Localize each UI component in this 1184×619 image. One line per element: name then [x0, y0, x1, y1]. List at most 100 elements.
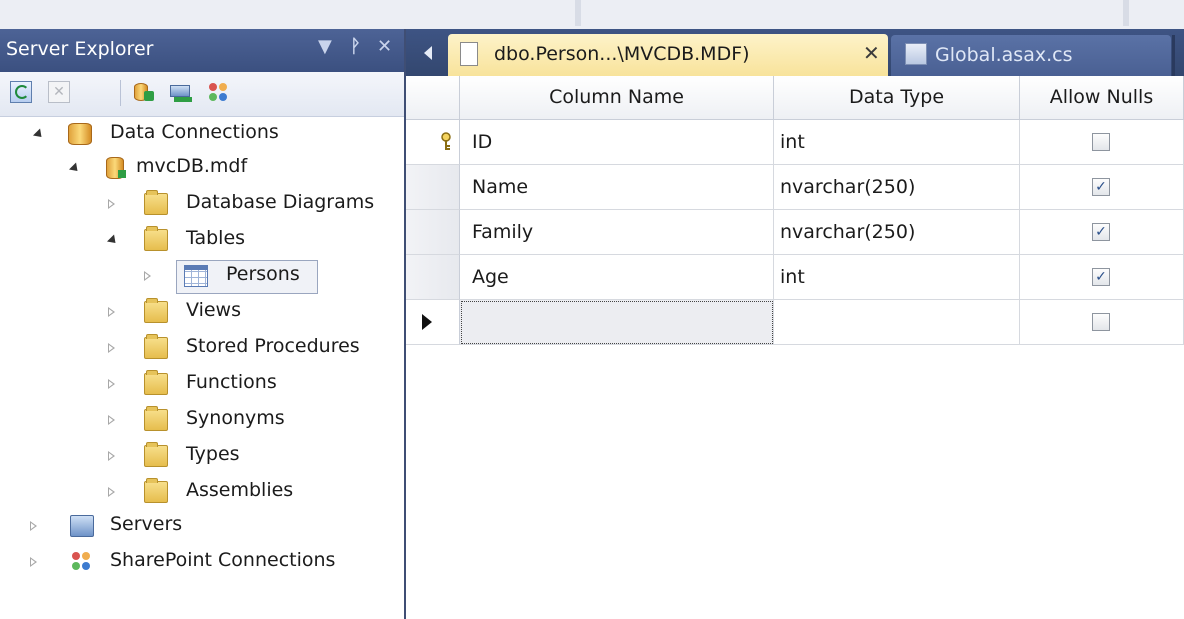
tree-node-mvcdb[interactable]: mvcDB.mdf: [68, 152, 370, 186]
tree-node-label: Database Diagrams: [186, 191, 375, 213]
tree-node-synonyms[interactable]: Synonyms: [108, 404, 328, 438]
tab-table-designer[interactable]: dbo.Person...\MVCDB.MDF) ✕: [448, 34, 888, 76]
toolbar-separator: [120, 80, 121, 106]
document-icon: [460, 42, 478, 66]
server-explorer-panel: Server Explorer ▼ ᚹ ✕ ✕ Data Connections…: [0, 29, 406, 619]
folder-icon: [144, 226, 168, 251]
close-icon[interactable]: ✕: [377, 36, 392, 57]
cell-data-type-new[interactable]: [774, 300, 1020, 345]
allow-nulls-checkbox[interactable]: [1092, 313, 1110, 331]
column-header-name: Column Name: [460, 76, 774, 120]
close-tab-icon[interactable]: ✕: [863, 41, 880, 65]
folder-icon: [144, 190, 168, 215]
row-selector[interactable]: [406, 165, 460, 210]
expand-arrow-icon[interactable]: [108, 379, 115, 389]
tree-node-label: Functions: [186, 371, 277, 393]
allow-nulls-checkbox[interactable]: ✓: [1092, 178, 1110, 196]
tree-node-views[interactable]: Views: [108, 296, 308, 330]
tab-global-asax-cs[interactable]: Global.asax.cs: [891, 35, 1171, 76]
tree-node-sharepoint-connections[interactable]: SharePoint Connections: [30, 546, 390, 580]
row-selector[interactable]: [406, 300, 460, 345]
top-strip-divider: [1123, 0, 1129, 26]
collapse-arrow-icon[interactable]: [68, 162, 82, 175]
folder-icon: [144, 406, 168, 431]
tree-node-label: SharePoint Connections: [110, 549, 336, 571]
cell-data-type[interactable]: nvarchar(250): [774, 165, 1020, 210]
scroll-tabs-left-icon[interactable]: [424, 46, 432, 60]
sharepoint-icon: [70, 551, 94, 573]
tree-node-label: Types: [186, 443, 240, 465]
cell-allow-nulls: [1020, 300, 1184, 345]
cell-column-name[interactable]: Family: [460, 210, 774, 255]
collapse-arrow-icon[interactable]: [106, 234, 120, 247]
tree-node-stored-procedures[interactable]: Stored Procedures: [108, 332, 398, 366]
tree-node-label: Synonyms: [186, 407, 285, 429]
cell-data-type[interactable]: nvarchar(250): [774, 210, 1020, 255]
table-designer-editor: dbo.Person...\MVCDB.MDF) ✕ Global.asax.c…: [406, 29, 1184, 619]
expand-arrow-icon[interactable]: [30, 521, 37, 531]
window-position-dropdown-icon[interactable]: ▼: [318, 36, 332, 57]
tab-label: Global.asax.cs: [935, 44, 1073, 66]
tab-strip-edge: [1172, 35, 1175, 76]
table-icon: [184, 265, 208, 287]
tree-node-assemblies[interactable]: Assemblies: [108, 476, 328, 510]
tree-node-label: Data Connections: [110, 121, 279, 143]
connect-to-server-icon[interactable]: [170, 81, 192, 103]
cell-data-type[interactable]: int: [774, 255, 1020, 300]
tree-node-label: Views: [186, 299, 241, 321]
folder-icon: [144, 334, 168, 359]
tree-node-servers[interactable]: Servers: [30, 510, 250, 544]
expand-arrow-icon[interactable]: [108, 415, 115, 425]
allow-nulls-checkbox[interactable]: [1092, 133, 1110, 151]
cell-column-name[interactable]: Age: [460, 255, 774, 300]
expand-arrow-icon[interactable]: [144, 271, 151, 281]
tree-node-data-connections[interactable]: Data Connections: [32, 118, 394, 152]
auto-hide-pin-icon[interactable]: ᚹ: [350, 36, 361, 57]
connect-to-sharepoint-icon[interactable]: [208, 81, 230, 103]
primary-key-icon: [441, 132, 451, 150]
cell-allow-nulls: ✓: [1020, 255, 1184, 300]
expand-arrow-icon[interactable]: [108, 199, 115, 209]
cell-column-name[interactable]: ID: [460, 120, 774, 165]
column-header-allow-nulls: Allow Nulls: [1020, 76, 1184, 120]
server-explorer-title-bar: Server Explorer ▼ ᚹ ✕: [0, 29, 404, 72]
allow-nulls-checkbox[interactable]: ✓: [1092, 268, 1110, 286]
expand-arrow-icon[interactable]: [108, 307, 115, 317]
expand-arrow-icon[interactable]: [30, 557, 37, 567]
tree-node-tables[interactable]: Tables: [106, 224, 308, 258]
connect-to-database-icon[interactable]: [132, 81, 154, 103]
collapse-arrow-icon[interactable]: [32, 128, 46, 141]
server-explorer-title: Server Explorer: [6, 38, 154, 60]
cs-file-icon: [905, 43, 927, 65]
refresh-icon[interactable]: [10, 81, 32, 103]
current-row-arrow-icon: [422, 314, 432, 330]
document-tab-strip: dbo.Person...\MVCDB.MDF) ✕ Global.asax.c…: [406, 29, 1184, 76]
tree-node-label: Servers: [110, 513, 183, 535]
stop-icon[interactable]: ✕: [48, 81, 70, 103]
row-selector[interactable]: [406, 120, 460, 165]
row-selector[interactable]: [406, 255, 460, 300]
cell-allow-nulls: ✓: [1020, 210, 1184, 255]
row-selector[interactable]: [406, 210, 460, 255]
tree-node-persons[interactable]: Persons: [144, 260, 344, 294]
top-strip-divider: [575, 0, 581, 26]
tree-node-label: mvcDB.mdf: [136, 155, 248, 177]
cell-column-name-new[interactable]: [460, 300, 774, 345]
tree-node-functions[interactable]: Functions: [108, 368, 328, 402]
cell-data-type[interactable]: int: [774, 120, 1020, 165]
allow-nulls-checkbox[interactable]: ✓: [1092, 223, 1110, 241]
expand-arrow-icon[interactable]: [108, 487, 115, 497]
folder-icon: [144, 370, 168, 395]
tree-node-database-diagrams[interactable]: Database Diagrams: [108, 188, 398, 222]
server-explorer-toolbar: ✕: [0, 72, 404, 117]
servers-icon: [70, 515, 94, 537]
cell-allow-nulls: [1020, 120, 1184, 165]
connected-plug-icon: [118, 170, 126, 178]
folder-icon: [144, 298, 168, 323]
expand-arrow-icon[interactable]: [108, 451, 115, 461]
row-selector-header: [406, 76, 460, 120]
expand-arrow-icon[interactable]: [108, 343, 115, 353]
cell-column-name[interactable]: Name: [460, 165, 774, 210]
tree-node-label: Persons: [226, 263, 300, 285]
tree-node-types[interactable]: Types: [108, 440, 308, 474]
